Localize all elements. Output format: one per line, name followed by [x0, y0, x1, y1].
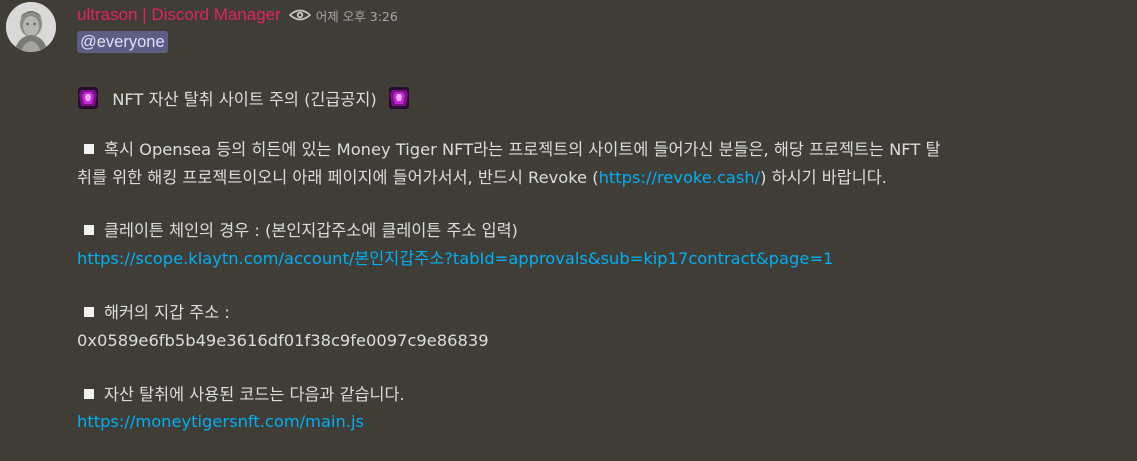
hacker-wallet-address: 0x0589e6fb5b49e3616df01f38c9fe0097c9e868… — [77, 331, 489, 350]
paragraph-4-heading-line: 자산 탈취에 사용된 코드는 다음과 같습니다. — [77, 384, 405, 406]
message-header: ultrason | Discord Manager 어제 오후 3:26 — [77, 0, 1117, 30]
message-timestamp[interactable]: 어제 오후 3:26 — [316, 6, 398, 25]
white-square-icon — [84, 389, 94, 399]
title-line: NFT 자산 탈취 사이트 주의 (긴급공지) — [75, 85, 412, 111]
malicious-script-link[interactable]: https://moneytigersnft.com/main.js — [77, 412, 364, 431]
klaytn-scope-link[interactable]: https://scope.klaytn.com/account/본인지갑주소?… — [77, 249, 833, 268]
paragraph-1-line-1: 혹시 Opensea 등의 히든에 있는 Money Tiger NFT라는 프… — [77, 139, 940, 161]
paragraph-1-line-2: 취를 위한 해킹 프로젝트이오니 아래 페이지에 들어가서서, 반드시 Revo… — [77, 167, 887, 189]
eye-icon — [288, 7, 311, 23]
paragraph-4-heading: 자산 탈취에 사용된 코드는 다음과 같습니다. — [104, 385, 405, 404]
paragraph-4-link-line: https://moneytigersnft.com/main.js — [77, 411, 364, 433]
paragraph-3-heading: 해커의 지갑 주소 : — [104, 303, 230, 322]
white-square-icon — [84, 144, 94, 154]
mention-line: @everyone — [77, 31, 168, 53]
avatar[interactable] — [6, 2, 56, 52]
paragraph-1-text-3: ) 하시기 바랍니다. — [760, 168, 887, 187]
white-square-icon — [84, 307, 94, 317]
notice-title: NFT 자산 탈취 사이트 주의 (긴급공지) — [112, 90, 377, 109]
statue-avatar-image — [6, 2, 56, 52]
paragraph-2-heading-line: 클레이튼 체인의 경우 : (본인지갑주소에 클레이튼 주소 입력) — [77, 220, 518, 242]
paragraph-1-text-2: 취를 위한 해킹 프로젝트이오니 아래 페이지에 들어가서서, 반드시 Revo… — [77, 168, 599, 187]
hacker-address-line: 0x0589e6fb5b49e3616df01f38c9fe0097c9e868… — [77, 330, 489, 352]
paragraph-2-heading: 클레이튼 체인의 경우 : (본인지갑주소에 클레이튼 주소 입력) — [104, 221, 518, 240]
chat-message: ultrason | Discord Manager 어제 오후 3:26 @e… — [0, 0, 1137, 461]
revoke-link[interactable]: https://revoke.cash/ — [599, 168, 761, 187]
white-square-icon — [84, 225, 94, 235]
purple-gem-icon — [75, 85, 101, 111]
everyone-mention[interactable]: @everyone — [77, 31, 168, 53]
paragraph-2-link-line: https://scope.klaytn.com/account/본인지갑주소?… — [77, 248, 833, 270]
purple-gem-icon — [386, 85, 412, 111]
message-content: ultrason | Discord Manager 어제 오후 3:26 @e… — [77, 0, 1117, 431]
paragraph-1-text-1: 혹시 Opensea 등의 히든에 있는 Money Tiger NFT라는 프… — [104, 140, 941, 159]
paragraph-3-heading-line: 해커의 지갑 주소 : — [77, 302, 230, 324]
author-username[interactable]: ultrason | Discord Manager — [77, 5, 281, 25]
